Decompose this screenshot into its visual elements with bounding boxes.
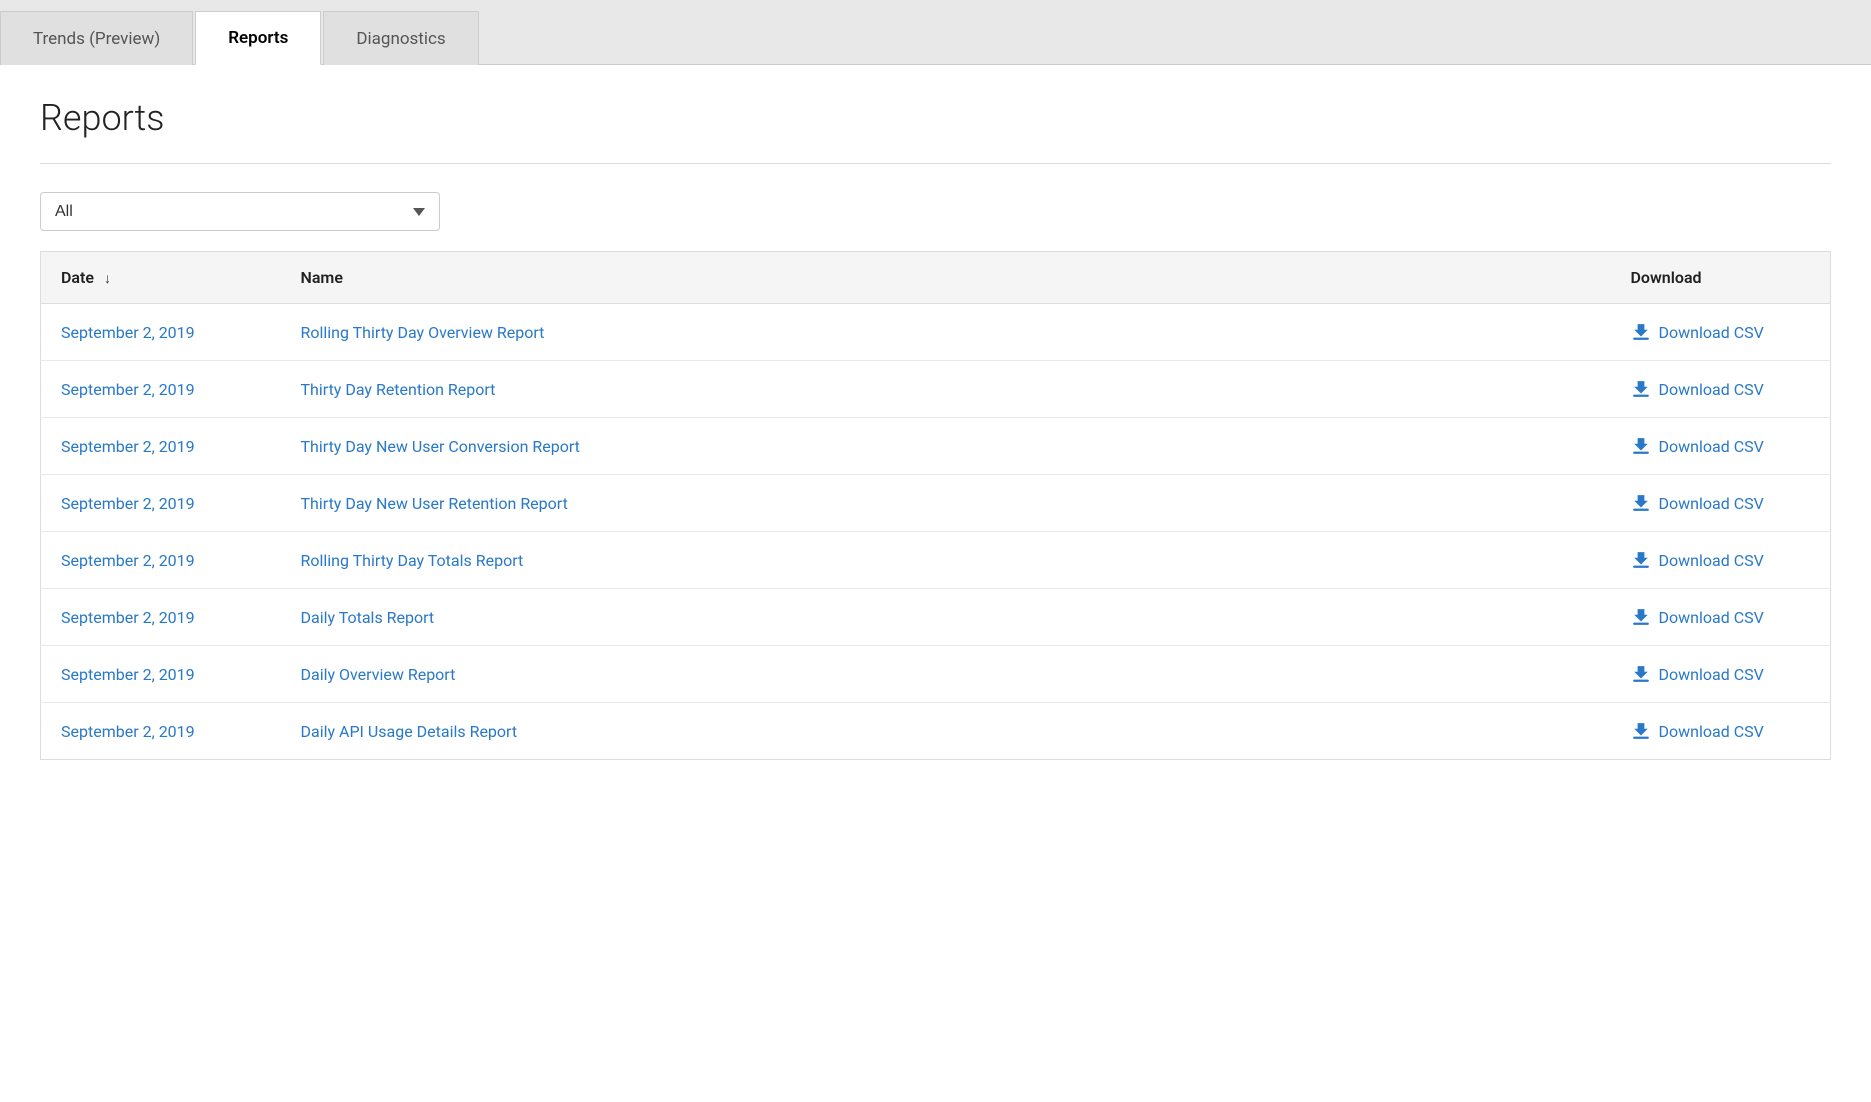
name-link-4[interactable]: Rolling Thirty Day Totals Report — [301, 551, 524, 570]
cell-download-7[interactable]: Download CSV — [1611, 703, 1831, 760]
cell-date-2[interactable]: September 2, 2019 — [41, 418, 281, 475]
date-link-7[interactable]: September 2, 2019 — [61, 722, 195, 741]
cell-name-0[interactable]: Rolling Thirty Day Overview Report — [281, 304, 1611, 361]
cell-date-0[interactable]: September 2, 2019 — [41, 304, 281, 361]
tab-diagnostics-label: Diagnostics — [356, 29, 445, 49]
cell-download-4[interactable]: Download CSV — [1611, 532, 1831, 589]
cell-date-6[interactable]: September 2, 2019 — [41, 646, 281, 703]
download-link-1[interactable]: Download CSV — [1631, 379, 1811, 399]
download-icon-3 — [1631, 493, 1651, 513]
tab-diagnostics[interactable]: Diagnostics — [323, 11, 478, 65]
download-link-0[interactable]: Download CSV — [1631, 322, 1811, 342]
cell-date-4[interactable]: September 2, 2019 — [41, 532, 281, 589]
tab-reports-label: Reports — [228, 28, 288, 48]
sort-desc-icon: ↓ — [104, 271, 111, 287]
download-label-2: Download CSV — [1659, 437, 1764, 456]
table-row: September 2, 2019 Daily API Usage Details… — [41, 703, 1831, 760]
download-label-6: Download CSV — [1659, 665, 1764, 684]
table-body: September 2, 2019 Rolling Thirty Day Over… — [41, 304, 1831, 760]
download-link-7[interactable]: Download CSV — [1631, 721, 1811, 741]
name-link-6[interactable]: Daily Overview Report — [301, 665, 456, 684]
date-link-5[interactable]: September 2, 2019 — [61, 608, 195, 627]
date-link-2[interactable]: September 2, 2019 — [61, 437, 195, 456]
cell-name-7[interactable]: Daily API Usage Details Report — [281, 703, 1611, 760]
cell-name-6[interactable]: Daily Overview Report — [281, 646, 1611, 703]
download-link-5[interactable]: Download CSV — [1631, 607, 1811, 627]
name-link-3[interactable]: Thirty Day New User Retention Report — [301, 494, 568, 513]
cell-name-2[interactable]: Thirty Day New User Conversion Report — [281, 418, 1611, 475]
name-link-2[interactable]: Thirty Day New User Conversion Report — [301, 437, 580, 456]
download-icon-2 — [1631, 436, 1651, 456]
divider — [40, 163, 1831, 164]
download-label-5: Download CSV — [1659, 608, 1764, 627]
table-header: Date ↓ Name Download — [41, 252, 1831, 304]
col-date-label: Date — [61, 268, 94, 287]
cell-download-3[interactable]: Download CSV — [1611, 475, 1831, 532]
col-header-date[interactable]: Date ↓ — [41, 252, 281, 304]
name-link-1[interactable]: Thirty Day Retention Report — [301, 380, 496, 399]
download-label-1: Download CSV — [1659, 380, 1764, 399]
cell-download-6[interactable]: Download CSV — [1611, 646, 1831, 703]
cell-date-3[interactable]: September 2, 2019 — [41, 475, 281, 532]
cell-download-0[interactable]: Download CSV — [1611, 304, 1831, 361]
table-row: September 2, 2019 Thirty Day New User Ret… — [41, 475, 1831, 532]
cell-name-1[interactable]: Thirty Day Retention Report — [281, 361, 1611, 418]
cell-name-5[interactable]: Daily Totals Report — [281, 589, 1611, 646]
download-label-0: Download CSV — [1659, 323, 1764, 342]
cell-download-2[interactable]: Download CSV — [1611, 418, 1831, 475]
col-download-label: Download — [1631, 268, 1702, 287]
cell-download-5[interactable]: Download CSV — [1611, 589, 1831, 646]
download-link-4[interactable]: Download CSV — [1631, 550, 1811, 570]
table-row: September 2, 2019 Thirty Day Retention Re… — [41, 361, 1831, 418]
download-link-6[interactable]: Download CSV — [1631, 664, 1811, 684]
download-icon-6 — [1631, 664, 1651, 684]
tab-bar: Trends (Preview) Reports Diagnostics — [0, 0, 1871, 65]
table-row: September 2, 2019 Rolling Thirty Day Tota… — [41, 532, 1831, 589]
tab-trends-label: Trends (Preview) — [33, 29, 160, 49]
cell-date-7[interactable]: September 2, 2019 — [41, 703, 281, 760]
cell-date-1[interactable]: September 2, 2019 — [41, 361, 281, 418]
page-content: Reports All Daily Rolling Thirty Day Thi… — [0, 65, 1871, 792]
page-title: Reports — [40, 97, 1831, 139]
date-link-3[interactable]: September 2, 2019 — [61, 494, 195, 513]
cell-date-5[interactable]: September 2, 2019 — [41, 589, 281, 646]
date-link-6[interactable]: September 2, 2019 — [61, 665, 195, 684]
tab-trends[interactable]: Trends (Preview) — [0, 11, 193, 65]
download-icon-0 — [1631, 322, 1651, 342]
col-header-download: Download — [1611, 252, 1831, 304]
tab-reports[interactable]: Reports — [195, 11, 321, 65]
download-label-4: Download CSV — [1659, 551, 1764, 570]
col-name-label: Name — [301, 268, 343, 287]
filter-select[interactable]: All Daily Rolling Thirty Day Thirty Day — [40, 192, 440, 231]
download-link-2[interactable]: Download CSV — [1631, 436, 1811, 456]
download-icon-4 — [1631, 550, 1651, 570]
download-icon-1 — [1631, 379, 1651, 399]
download-link-3[interactable]: Download CSV — [1631, 493, 1811, 513]
name-link-5[interactable]: Daily Totals Report — [301, 608, 435, 627]
table-row: September 2, 2019 Thirty Day New User Con… — [41, 418, 1831, 475]
date-link-0[interactable]: September 2, 2019 — [61, 323, 195, 342]
cell-name-4[interactable]: Rolling Thirty Day Totals Report — [281, 532, 1611, 589]
cell-download-1[interactable]: Download CSV — [1611, 361, 1831, 418]
reports-table: Date ↓ Name Download September 2, 2019 Ro… — [40, 251, 1831, 760]
table-row: September 2, 2019 Daily Overview Report D… — [41, 646, 1831, 703]
date-link-4[interactable]: September 2, 2019 — [61, 551, 195, 570]
download-icon-7 — [1631, 721, 1651, 741]
name-link-0[interactable]: Rolling Thirty Day Overview Report — [301, 323, 545, 342]
download-label-3: Download CSV — [1659, 494, 1764, 513]
download-label-7: Download CSV — [1659, 722, 1764, 741]
cell-name-3[interactable]: Thirty Day New User Retention Report — [281, 475, 1611, 532]
download-icon-5 — [1631, 607, 1651, 627]
name-link-7[interactable]: Daily API Usage Details Report — [301, 722, 518, 741]
table-header-row: Date ↓ Name Download — [41, 252, 1831, 304]
date-link-1[interactable]: September 2, 2019 — [61, 380, 195, 399]
col-header-name: Name — [281, 252, 1611, 304]
table-row: September 2, 2019 Daily Totals Report Dow… — [41, 589, 1831, 646]
table-row: September 2, 2019 Rolling Thirty Day Over… — [41, 304, 1831, 361]
